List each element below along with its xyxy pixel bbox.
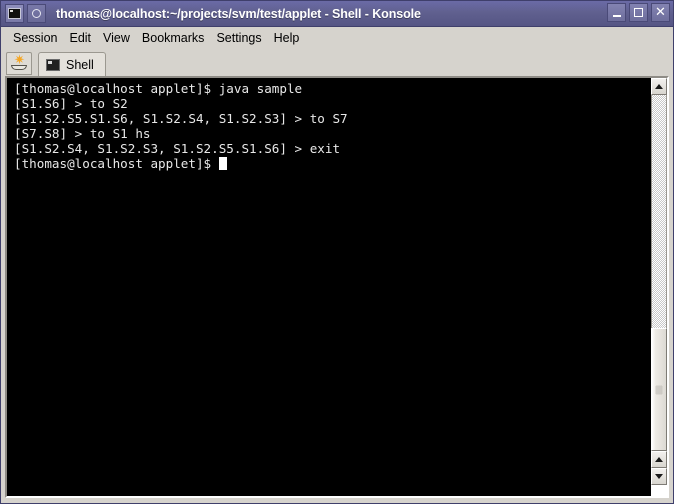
terminal-cursor bbox=[218, 157, 227, 171]
menu-item-help[interactable]: Help bbox=[268, 29, 306, 47]
new-session-button[interactable]: ✷ bbox=[6, 52, 32, 75]
minimize-button[interactable] bbox=[607, 3, 626, 22]
arrow-up-icon bbox=[655, 84, 663, 89]
close-icon: ✕ bbox=[655, 4, 666, 20]
terminal-screen[interactable]: [thomas@localhost applet]$ java sample [… bbox=[7, 78, 650, 496]
terminal-icon bbox=[46, 58, 60, 71]
terminal-line: [S1.S2.S5.S1.S6, S1.S2.S4, S1.S2.S3] > t… bbox=[14, 111, 348, 127]
title-bar: thomas@localhost:~/projects/svm/test/app… bbox=[1, 1, 673, 27]
new-session-base-icon bbox=[11, 65, 27, 70]
terminal-line: [S1.S6] > to S2 bbox=[14, 96, 128, 112]
terminal-scrollbar[interactable] bbox=[650, 78, 667, 496]
menu-item-edit[interactable]: Edit bbox=[63, 29, 97, 47]
menu-item-bookmarks[interactable]: Bookmarks bbox=[136, 29, 211, 47]
menu-item-view[interactable]: View bbox=[97, 29, 136, 47]
terminal-line: [S7.S8] > to S1 hs bbox=[14, 126, 151, 142]
menu-bar: Session Edit View Bookmarks Settings Hel… bbox=[1, 27, 673, 49]
scrollbar-grip-icon bbox=[655, 385, 663, 394]
maximize-icon bbox=[634, 8, 643, 17]
scrollbar-trough-upper[interactable] bbox=[651, 95, 667, 328]
close-button[interactable]: ✕ bbox=[651, 3, 670, 22]
starburst-icon: ✷ bbox=[14, 53, 25, 68]
scrollbar-bottom-up-button[interactable] bbox=[651, 451, 667, 468]
window-controls: ✕ bbox=[607, 3, 670, 22]
scrollbar-thumb[interactable] bbox=[651, 328, 667, 451]
arrow-up-icon bbox=[655, 457, 663, 462]
terminal-icon-glyph bbox=[8, 8, 21, 19]
new-session-icon: ✷ bbox=[11, 53, 27, 71]
maximize-button[interactable] bbox=[629, 3, 648, 22]
tab-shell[interactable]: Shell bbox=[38, 52, 106, 76]
scrollbar-bottom-down-button[interactable] bbox=[651, 468, 667, 485]
konsole-window: thomas@localhost:~/projects/svm/test/app… bbox=[0, 0, 674, 504]
menu-item-session[interactable]: Session bbox=[7, 29, 63, 47]
terminal-line: [S1.S2.S4, S1.S2.S3, S1.S2.S5.S1.S6] > e… bbox=[14, 141, 341, 157]
terminal-icon bbox=[5, 4, 24, 23]
oval-icon[interactable] bbox=[27, 4, 46, 23]
menu-item-settings[interactable]: Settings bbox=[210, 29, 267, 47]
oval-icon-glyph bbox=[32, 9, 41, 18]
window-title: thomas@localhost:~/projects/svm/test/app… bbox=[56, 6, 421, 21]
scrollbar-top-up-button[interactable] bbox=[651, 78, 667, 95]
minimize-icon bbox=[612, 15, 621, 17]
terminal-prompt-line: [thomas@localhost applet]$ bbox=[14, 156, 650, 171]
tab-shell-label: Shell bbox=[66, 57, 94, 72]
terminal-prompt-text: [thomas@localhost applet]$ bbox=[14, 156, 219, 172]
tab-bar: ✷ Shell bbox=[1, 49, 673, 76]
terminal-line: [thomas@localhost applet]$ java sample bbox=[14, 81, 303, 96]
arrow-down-icon bbox=[655, 474, 663, 479]
terminal-region: [thomas@localhost applet]$ java sample [… bbox=[5, 76, 669, 498]
